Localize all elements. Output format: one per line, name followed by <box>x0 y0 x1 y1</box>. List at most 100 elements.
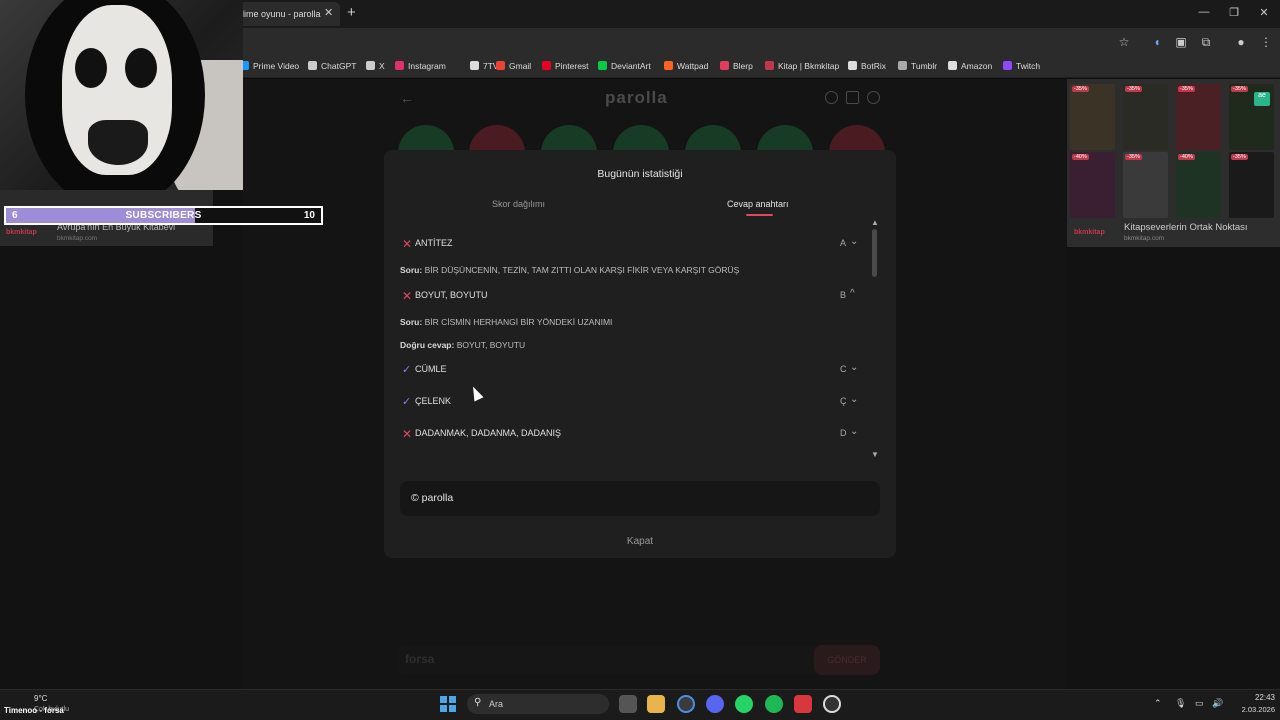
bookmark-favicon-icon <box>496 61 505 70</box>
weather-temp: 9°C <box>34 694 48 703</box>
bookmark-label: Gmail <box>509 61 532 71</box>
menu-icon[interactable]: ⋮ <box>1258 35 1274 49</box>
chevron-down-icon[interactable]: ⌄ <box>850 394 858 405</box>
stats-icon[interactable] <box>846 91 859 104</box>
bookmark-favicon-icon <box>308 61 317 70</box>
widgets-icon[interactable] <box>619 695 637 713</box>
spotify-icon[interactable] <box>765 695 783 713</box>
window-close-icon[interactable]: ✕ <box>1254 6 1274 19</box>
bookmark-favicon-icon <box>1003 61 1012 70</box>
scroll-up-icon[interactable]: ▲ <box>871 218 879 227</box>
bookmark-label: Twitch <box>1016 61 1041 71</box>
obs-icon[interactable] <box>823 695 841 713</box>
search-icon: ⚲ <box>474 697 482 708</box>
scrollbar-thumb[interactable] <box>872 229 877 277</box>
whatsapp-icon[interactable] <box>735 695 753 713</box>
brand-logo: bkmkitap <box>6 229 37 236</box>
info-icon[interactable] <box>825 91 838 104</box>
search-placeholder: Ara <box>489 699 504 709</box>
answer-row-c[interactable]: ✓ CÜMLE C ⌄ <box>400 362 864 383</box>
discount-badge: -35% <box>1125 154 1142 160</box>
bookmark-label: Amazon <box>961 61 993 71</box>
bookmark-item[interactable]: DeviantArt <box>598 61 651 71</box>
bookmark-item[interactable]: Kitap | Bkmkitap <box>765 61 839 71</box>
answer-list[interactable]: ✕ ANTİTEZ A ⌄ Soru: BİR DÜŞÜNCENİN, TEZİ… <box>384 228 896 454</box>
chevron-down-icon[interactable]: ⌄ <box>850 362 858 373</box>
book-cover <box>1070 152 1115 218</box>
bookmark-item[interactable]: Prime Video <box>240 61 299 71</box>
file-explorer-icon[interactable] <box>647 695 665 713</box>
answer-word: CÜMLE <box>415 364 447 374</box>
bookmark-item[interactable]: Gmail <box>496 61 531 71</box>
ad-choices-icon[interactable]: ae <box>1254 92 1270 106</box>
star-icon[interactable]: ☆ <box>1116 35 1132 49</box>
discount-badge: -35% <box>1231 86 1248 92</box>
bookmark-item[interactable]: ChatGPT <box>308 61 356 71</box>
answer-row-b[interactable]: ✕ BOYUT, BOYUTU B ^ <box>400 288 864 309</box>
bookmark-item[interactable]: Instagram <box>395 61 446 71</box>
clock-time[interactable]: 22:43 <box>1235 693 1275 702</box>
copy-box[interactable] <box>400 481 880 516</box>
extensions-icon[interactable]: ⧉ <box>1198 35 1214 50</box>
bookmark-item[interactable]: Blerp <box>720 61 753 71</box>
close-button[interactable]: Kapat <box>384 536 896 547</box>
wrong-icon: ✕ <box>402 289 413 303</box>
profile-icon[interactable] <box>867 91 880 104</box>
restore-icon[interactable]: ❐ <box>1224 6 1244 19</box>
chevron-up-icon[interactable]: ^ <box>850 288 855 299</box>
bookmark-item[interactable]: 7TV <box>470 61 499 71</box>
bookmark-label: Wattpad <box>677 61 709 71</box>
tab-score-distribution[interactable]: Skor dağılımı <box>492 199 545 209</box>
scroll-down-icon[interactable]: ▼ <box>871 450 879 459</box>
bookmark-item[interactable]: Tumblr <box>898 61 937 71</box>
clock-date[interactable]: 2.03.2026 <box>1225 705 1275 714</box>
question-text: Soru: BİR DÜŞÜNCENİN, TEZİN, TAM ZITTI O… <box>400 265 740 275</box>
bookmark-label: ChatGPT <box>321 61 357 71</box>
answer-row-a[interactable]: ✕ ANTİTEZ A ⌄ <box>400 236 864 257</box>
chevron-up-icon[interactable]: ⌃ <box>1154 698 1162 709</box>
start-icon[interactable] <box>440 696 456 712</box>
reader-icon[interactable]: ▣ <box>1173 35 1189 49</box>
bookmark-favicon-icon <box>542 61 551 70</box>
bookmark-item[interactable]: BotRix <box>848 61 886 71</box>
back-arrow-icon[interactable]: ← <box>400 90 414 106</box>
bookmark-label: X <box>379 61 385 71</box>
chrome-icon[interactable] <box>677 695 695 713</box>
answer-input[interactable] <box>398 645 880 675</box>
bookmark-favicon-icon <box>664 61 673 70</box>
subscriber-goal: 10 <box>303 210 315 221</box>
tab-close-icon[interactable]: ✕ <box>324 6 333 19</box>
brand-logo: bkmkitap <box>1074 229 1105 236</box>
answer-row-cc[interactable]: ✓ ÇELENK Ç ⌄ <box>400 394 864 415</box>
app-icon[interactable] <box>794 695 812 713</box>
book-cover <box>1176 84 1221 150</box>
book-cover <box>1070 84 1115 150</box>
bookmark-item[interactable]: X <box>366 61 385 71</box>
discord-icon[interactable] <box>706 695 724 713</box>
tab-answer-key[interactable]: Cevap anahtarı <box>727 199 789 209</box>
network-icon[interactable]: ▭ <box>1195 698 1204 709</box>
chevron-down-icon[interactable]: ⌄ <box>850 426 858 437</box>
question-text: Soru: BİR CİSMİN HERHANGİ BİR YÖNDEKİ UZ… <box>400 317 613 327</box>
answer-row-d[interactable]: ✕ DADANMAK, DADANMA, DADANIŞ D ⌄ <box>400 426 864 447</box>
volume-icon[interactable]: 🔊 <box>1212 698 1223 709</box>
bookmark-label: DeviantArt <box>611 61 651 71</box>
send-button[interactable]: GÖNDER <box>814 645 880 675</box>
discount-badge: -35% <box>1231 154 1248 160</box>
bookmark-item[interactable]: Wattpad <box>664 61 708 71</box>
minimize-icon[interactable]: — <box>1194 6 1214 18</box>
chevron-down-icon[interactable]: ⌄ <box>850 236 858 247</box>
bookmark-item[interactable]: Twitch <box>1003 61 1040 71</box>
webcam-overlay <box>0 0 243 190</box>
bookmark-item[interactable]: Amazon <box>948 61 992 71</box>
audio-icon[interactable]: ◖ <box>1149 35 1165 49</box>
book-cover <box>1123 152 1168 218</box>
correct-answer-text: Doğru cevap: BOYUT, BOYUTU <box>400 340 526 350</box>
bookmark-label: Pinterest <box>555 61 589 71</box>
profile-icon[interactable]: ● <box>1233 35 1249 49</box>
right-ad-title: Kitapseverlerin Ortak Noktası <box>1124 222 1248 233</box>
bookmark-item[interactable]: Pinterest <box>542 61 589 71</box>
new-tab-icon[interactable]: + <box>347 4 356 21</box>
send-label: GÖNDER <box>827 655 867 665</box>
mic-icon[interactable]: 🎙 <box>1175 698 1186 709</box>
